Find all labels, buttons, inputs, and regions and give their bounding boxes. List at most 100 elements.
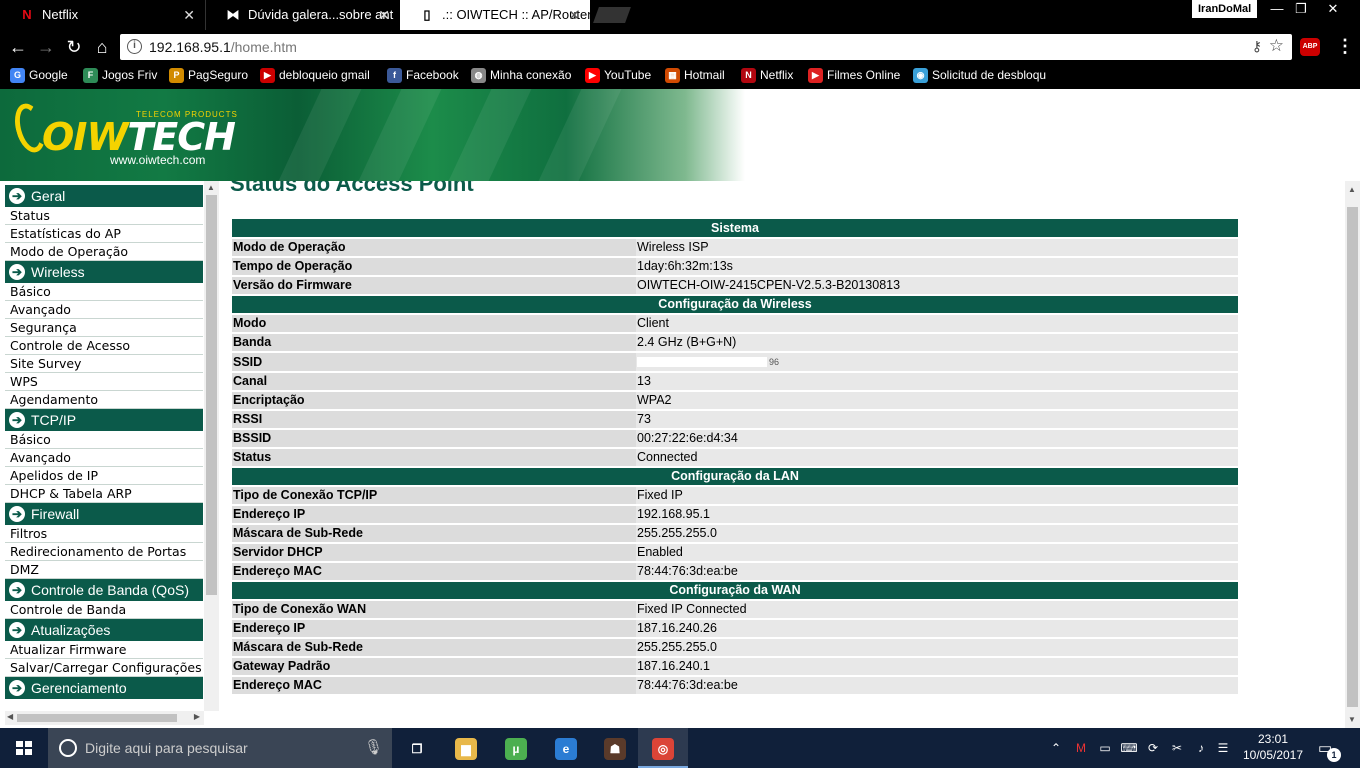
microphone-icon[interactable]: 🎙 [364,738,383,756]
utorrent-icon[interactable]: µ [491,728,541,768]
close-tab-icon[interactable]: ✕ [378,0,390,30]
content-vertical-scrollbar[interactable]: ▲ ▼ [1345,181,1360,728]
menu-item[interactable]: Redirecionamento de Portas [5,543,203,561]
table-row: Status Connected [232,448,1238,468]
field-value: Enabled [636,543,1238,563]
sync-tray-icon[interactable]: ⟳ [1144,728,1162,768]
tab-title: Dúvida galera...sobre ant [248,7,394,22]
menu-section-1[interactable]: ➔ Wireless [5,261,203,283]
menu-section-4[interactable]: ➔ Controle de Banda (QoS) [5,579,203,601]
menu-item[interactable]: Atualizar Firmware [5,641,203,659]
action-center-icon[interactable]: ▭ 1 [1318,739,1341,762]
menu-item[interactable]: Apelidos de IP [5,467,203,485]
bookmark-google[interactable]: G Google [10,63,68,89]
bookmark-filmes-online[interactable]: ▶ Filmes Online [808,63,900,89]
forward-icon[interactable]: → [35,36,57,58]
close-tab-icon[interactable]: ✕ [183,0,195,30]
file-explorer-icon[interactable]: ▆ [441,728,491,768]
profile-button[interactable]: IranDoMal [1192,0,1258,18]
edge-icon[interactable]: e [541,728,591,768]
chrome-icon[interactable]: ◎ [638,728,688,768]
menu-icon[interactable]: ⋮ [1336,35,1354,57]
menu-item[interactable]: Agendamento [5,391,203,409]
url-text[interactable]: 192.168.95.1/home.htm [149,34,297,60]
field-label: Tipo de Conexão WAN [232,600,636,620]
netflix-icon: N [22,7,32,22]
wifi-icon[interactable]: ☰ [1214,728,1232,768]
edge-glyph: e [555,738,577,761]
key-icon[interactable]: ⚷ [1252,38,1262,55]
bookmark-icon: ◍ [471,68,486,83]
menu-item[interactable]: Site Survey [5,355,203,373]
menu-section-0[interactable]: ➔ Geral [5,185,203,207]
bookmark-netflix[interactable]: N Netflix [741,63,793,89]
menu-section-6[interactable]: ➔ Gerenciamento [5,677,203,699]
bookmark-hotmail[interactable]: ▦ Hotmail [665,63,725,89]
bookmark-jogos-friv[interactable]: F Jogos Friv [83,63,157,89]
menu-item[interactable]: Controle de Banda [5,601,203,619]
adblock-icon[interactable]: ABP [1300,38,1320,56]
tab-forum[interactable]: ⧓ Dúvida galera...sobre ant ✕ [205,0,400,30]
menu-item[interactable]: WPS [5,373,203,391]
address-bar[interactable]: i 192.168.95.1/home.htm ⚷ ☆ [120,34,1292,60]
bookmark-youtube[interactable]: ▶ YouTube [585,63,651,89]
menu-item[interactable]: DHCP & Tabela ARP [5,485,203,503]
tab-oiwtech[interactable]: ▯ .:: OIWTECH :: AP/Router ✕ [400,0,590,30]
menu-horizontal-scrollbar[interactable]: ◀ ▶ [5,711,204,725]
tab-netflix[interactable]: N Netflix ✕ [0,0,205,30]
system-clock[interactable]: 23:01 10/05/2017 [1236,731,1310,763]
menu-item[interactable]: Segurança [5,319,203,337]
bookmark-pagseguro[interactable]: P PagSeguro [169,63,248,89]
field-label: Máscara de Sub-Rede [232,524,636,544]
menu-item[interactable]: Modo de Operação [5,243,203,261]
info-icon[interactable]: i [127,39,142,54]
menu-section-3[interactable]: ➔ Firewall [5,503,203,525]
game-glyph: ☗ [604,738,626,761]
home-icon[interactable]: ⌂ [91,36,113,58]
oiwtech-banner: OIWTECH TELECOM PRODUCTS www.oiwtech.com [0,89,745,181]
bookmark-icon: ▶ [808,68,823,83]
arrow-right-icon: ➔ [9,680,25,696]
menu-item[interactable]: DMZ [5,561,203,579]
menu-section-label: Wireless [31,264,85,280]
field-label: Canal [232,372,636,392]
antivirus-tray-icon[interactable]: M [1072,728,1090,768]
field-value: Client [636,314,1238,334]
menu-section-5[interactable]: ➔ Atualizações [5,619,203,641]
bookmark-debloqueio-gmail[interactable]: ▶ debloqueio gmail [260,63,370,89]
menu-item[interactable]: Estatísticas do AP [5,225,203,243]
left-menu-frame: ➔ Geral Status Estatísticas do AP Modo de Op… [0,181,219,728]
back-icon[interactable]: ← [7,36,29,58]
game-icon[interactable]: ☗ [590,728,640,768]
taskbar-search[interactable]: Digite aqui para pesquisar 🎙 [48,728,392,768]
menu-item[interactable]: Básico [5,431,203,449]
table-row: Endereço IP 192.168.95.1 [232,505,1238,525]
menu-item[interactable]: Filtros [5,525,203,543]
side-menu: ➔ Geral Status Estatísticas do AP Modo de Op… [5,185,203,699]
menu-section-label: Firewall [31,506,80,522]
keyboard-tray-icon[interactable]: ⌨ [1120,728,1138,768]
menu-section-2[interactable]: ➔ TCP/IP [5,409,203,431]
menu-item[interactable]: Avançado [5,449,203,467]
menu-item[interactable]: Básico [5,283,203,301]
reload-icon[interactable]: ↻ [63,36,85,58]
bookmark-solicitud-de-desbloqu[interactable]: ◉ Solicitud de desbloqu [913,63,1046,89]
menu-item[interactable]: Status [5,207,203,225]
bookmark-minha-conex-o[interactable]: ◍ Minha conexão [471,63,571,89]
tray-expand-icon[interactable]: ⌃ [1048,728,1064,768]
task-view-icon[interactable]: ❐ [392,728,442,768]
menu-item[interactable]: Salvar/Carregar Configurações [5,659,203,677]
menu-item[interactable]: Avançado [5,301,203,319]
new-tab-button[interactable] [593,7,631,23]
menu-item[interactable]: Controle de Acesso [5,337,203,355]
close-tab-icon[interactable]: ✕ [568,0,580,30]
start-button[interactable] [0,728,48,768]
tools-tray-icon[interactable]: ✂ [1168,728,1186,768]
restore-icon[interactable]: ❐ [1286,0,1316,18]
close-window-icon[interactable]: ✕ [1318,0,1348,18]
bookmark-facebook[interactable]: f Facebook [387,63,459,89]
menu-vertical-scrollbar[interactable]: ▲ [204,181,219,711]
network-tray-icon[interactable]: ▭ [1096,728,1114,768]
speaker-icon[interactable]: ♪ [1192,728,1210,768]
bookmark-star-icon[interactable]: ☆ [1269,36,1284,56]
